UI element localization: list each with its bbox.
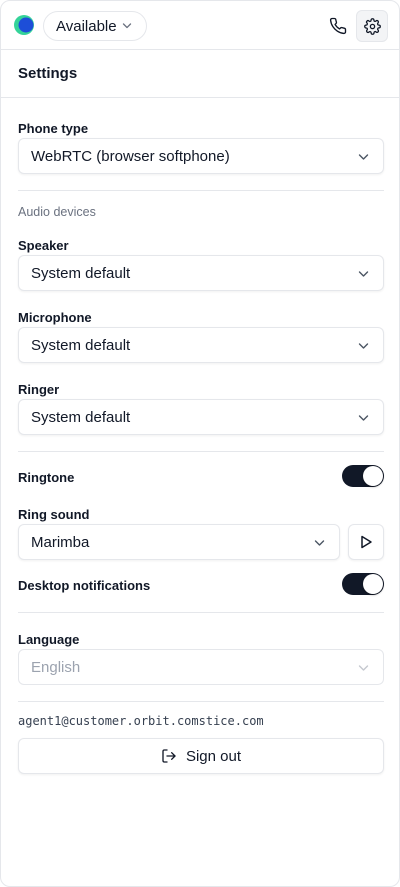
- speaker-select[interactable]: System default: [18, 255, 384, 291]
- phone-type-select[interactable]: WebRTC (browser softphone): [18, 138, 384, 174]
- ringer-value: System default: [31, 408, 131, 426]
- ring-sound-value: Marimba: [31, 533, 90, 551]
- language-label: Language: [18, 632, 80, 647]
- ringer-select[interactable]: System default: [18, 399, 384, 435]
- desktop-notifications-toggle[interactable]: [342, 573, 384, 595]
- ringer-label: Ringer: [18, 382, 60, 397]
- ring-sound-select[interactable]: Marimba: [18, 524, 340, 560]
- audio-devices-heading: Audio devices: [18, 205, 96, 219]
- divider: [18, 612, 384, 613]
- speaker-label: Speaker: [18, 238, 69, 253]
- chevron-down-icon: [358, 415, 369, 421]
- phone-type-label: Phone type: [18, 121, 89, 136]
- play-ring-sound-button[interactable]: [348, 524, 384, 560]
- language-value: English: [31, 658, 81, 676]
- sign-out-icon: [162, 749, 176, 763]
- speaker-value: System default: [31, 264, 131, 282]
- gear-icon: [363, 17, 381, 35]
- softphone-panel: Available Settings Phone type WebRTC (br…: [0, 0, 400, 887]
- toggle-knob: [363, 466, 383, 486]
- divider: [18, 701, 384, 702]
- sign-out-label: Sign out: [185, 747, 242, 765]
- play-icon: [361, 535, 372, 549]
- chevron-down-icon: [358, 271, 369, 277]
- ringtone-toggle[interactable]: [342, 465, 384, 487]
- phone-type-value: WebRTC (browser softphone): [31, 147, 230, 165]
- settings-button[interactable]: [356, 10, 388, 42]
- chevron-down-icon: [358, 665, 369, 671]
- chevron-down-icon: [358, 343, 369, 349]
- account-email: agent1@customer.orbit.comstice.com: [18, 714, 264, 728]
- chevron-down-icon: [358, 154, 369, 160]
- chevron-down-icon: [122, 23, 132, 29]
- ring-sound-label: Ring sound: [18, 507, 90, 522]
- chevron-down-icon: [314, 540, 325, 546]
- availability-status-dropdown[interactable]: Available: [43, 11, 147, 41]
- settings-header: Settings: [1, 50, 399, 98]
- language-select: English: [18, 649, 384, 685]
- phone-button[interactable]: [322, 10, 354, 42]
- availability-status-label: Available: [56, 17, 117, 35]
- ringtone-label: Ringtone: [18, 470, 75, 485]
- top-bar: Available: [1, 1, 399, 50]
- microphone-select[interactable]: System default: [18, 327, 384, 363]
- sign-out-button[interactable]: Sign out: [18, 738, 384, 774]
- phone-icon: [329, 17, 347, 35]
- page-title: Settings: [18, 65, 78, 82]
- app-logo-icon: [14, 15, 34, 35]
- divider: [18, 451, 384, 452]
- microphone-label: Microphone: [18, 310, 92, 325]
- divider: [18, 190, 384, 191]
- desktop-notifications-label: Desktop notifications: [18, 578, 151, 593]
- toggle-knob: [363, 574, 383, 594]
- microphone-value: System default: [31, 336, 131, 354]
